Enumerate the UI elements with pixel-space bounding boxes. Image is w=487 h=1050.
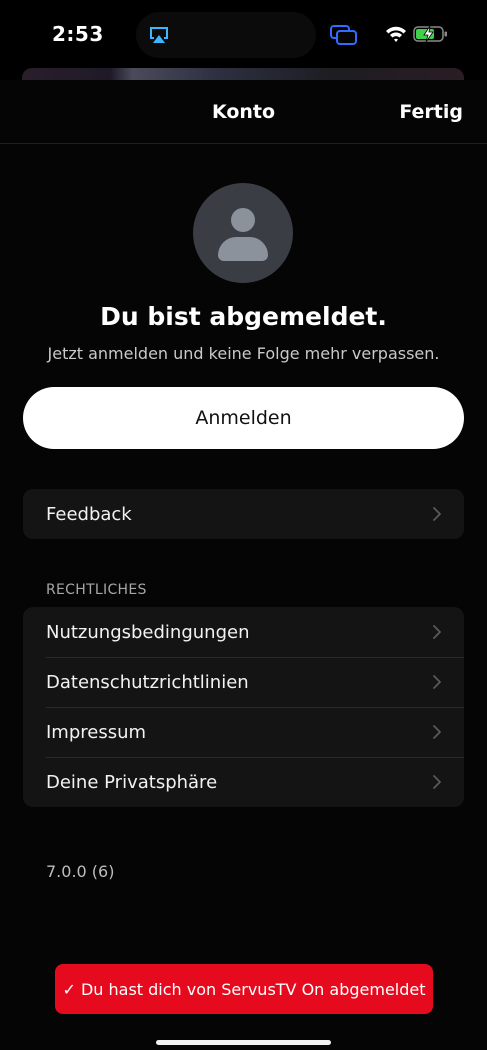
signed-out-subline: Jetzt anmelden und keine Folge mehr verp… xyxy=(47,344,440,363)
chevron-right-icon xyxy=(433,507,441,521)
legal-group: Nutzungsbedingungen Datenschutzrichtlini… xyxy=(23,607,464,807)
legal-row-privacy-policy[interactable]: Datenschutzrichtlinien xyxy=(23,657,464,707)
legal-row-label: Impressum xyxy=(46,721,147,743)
home-indicator[interactable] xyxy=(156,1040,331,1045)
chevron-right-icon xyxy=(433,675,441,689)
legal-row-label: Datenschutzrichtlinien xyxy=(46,671,249,693)
legal-row-terms[interactable]: Nutzungsbedingungen xyxy=(23,607,464,657)
account-sheet: Konto Fertig Du bist abgemeldet. Jetzt a… xyxy=(0,80,487,1050)
chevron-right-icon xyxy=(433,725,441,739)
nav-bar: Konto Fertig xyxy=(0,80,487,144)
status-bar: 2:53 xyxy=(0,0,487,70)
legal-row-your-privacy[interactable]: Deine Privatsphäre xyxy=(23,757,464,807)
stage-manager-icon xyxy=(330,25,357,45)
feedback-row[interactable]: Feedback xyxy=(23,489,464,539)
legal-row-label: Nutzungsbedingungen xyxy=(46,621,250,643)
feedback-label: Feedback xyxy=(46,503,132,525)
signed-out-toast: ✓ Du hast dich von ServusTV On abgemelde… xyxy=(55,964,433,1014)
wifi-icon xyxy=(386,26,406,42)
avatar-placeholder-icon xyxy=(193,183,293,283)
done-button[interactable]: Fertig xyxy=(399,101,463,123)
chevron-right-icon xyxy=(433,775,441,789)
feedback-group: Feedback xyxy=(23,489,464,539)
login-button[interactable]: Anmelden xyxy=(23,387,464,449)
signed-out-headline: Du bist abgemeldet. xyxy=(100,302,387,331)
legal-section-header: RECHTLICHES xyxy=(46,582,147,598)
airplay-icon xyxy=(150,27,168,43)
chevron-right-icon xyxy=(433,625,441,639)
battery-charging-icon xyxy=(413,25,447,43)
legal-row-label: Deine Privatsphäre xyxy=(46,771,218,793)
app-version: 7.0.0 (6) xyxy=(46,862,115,881)
legal-row-imprint[interactable]: Impressum xyxy=(23,707,464,757)
status-time: 2:53 xyxy=(52,22,104,46)
background-sheet-peek xyxy=(22,68,464,80)
